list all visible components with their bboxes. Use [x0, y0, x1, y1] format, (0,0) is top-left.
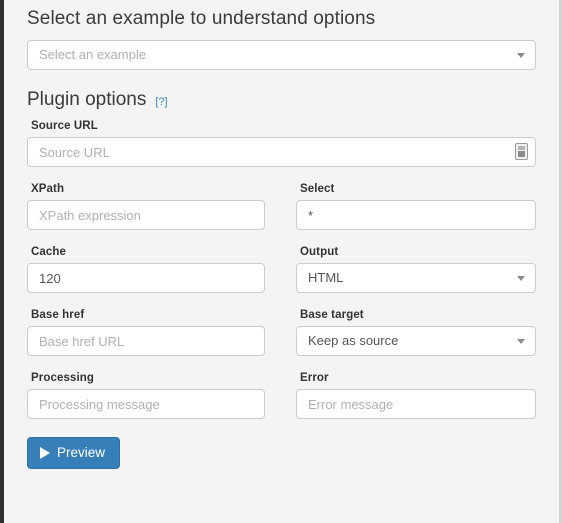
base-href-group: Base href [27, 309, 265, 356]
base-target-select[interactable]: Keep as source [296, 326, 536, 356]
cache-group: Cache [27, 246, 265, 293]
select-expr-label: Select [300, 183, 335, 195]
plugin-options-title: Plugin options [27, 89, 147, 110]
example-select-value[interactable]: Select an example [27, 40, 536, 70]
preview-button[interactable]: Preview [27, 437, 121, 469]
help-link[interactable]: [?] [155, 96, 167, 108]
error-label: Error [300, 372, 329, 384]
error-input[interactable] [296, 389, 536, 419]
autofill-icon[interactable] [515, 143, 528, 160]
plugin-options-form: Select an example to understand options … [4, 0, 559, 523]
preview-button-label: Preview [57, 445, 106, 460]
xpath-label: XPath [31, 183, 65, 195]
processing-label: Processing [31, 372, 94, 384]
processing-group: Processing [27, 372, 265, 419]
xpath-select-row: XPath Select [27, 183, 536, 230]
xpath-group: XPath [27, 183, 265, 230]
source-url-label: Source URL [31, 120, 98, 132]
output-select[interactable]: HTML [296, 263, 536, 293]
plugin-options-heading: Plugin options [?] [27, 89, 536, 111]
cache-output-row: Cache Output HTML [27, 246, 536, 293]
select-expr-group: Select [296, 183, 536, 230]
play-icon [40, 446, 50, 459]
processing-input[interactable] [27, 389, 265, 419]
output-label: Output [300, 246, 339, 258]
error-group: Error [296, 372, 536, 419]
xpath-input[interactable] [27, 200, 265, 230]
cache-label: Cache [31, 246, 67, 258]
output-group: Output HTML [296, 246, 536, 293]
source-url-group: Source URL [27, 120, 536, 167]
base-href-input[interactable] [27, 326, 265, 356]
cache-input[interactable] [27, 263, 265, 293]
base-href-target-row: Base href Base target Keep as source [27, 309, 536, 356]
processing-error-row: Processing Error [27, 372, 536, 419]
base-target-group: Base target Keep as source [296, 309, 536, 356]
base-href-label: Base href [31, 309, 85, 321]
base-target-label: Base target [300, 309, 364, 321]
output-select-value[interactable]: HTML [296, 263, 536, 293]
source-url-input[interactable] [27, 137, 536, 167]
example-select[interactable]: Select an example [27, 40, 536, 70]
select-expr-input[interactable] [296, 200, 536, 230]
base-target-select-value[interactable]: Keep as source [296, 326, 536, 356]
example-section-title: Select an example to understand options [27, 8, 376, 29]
